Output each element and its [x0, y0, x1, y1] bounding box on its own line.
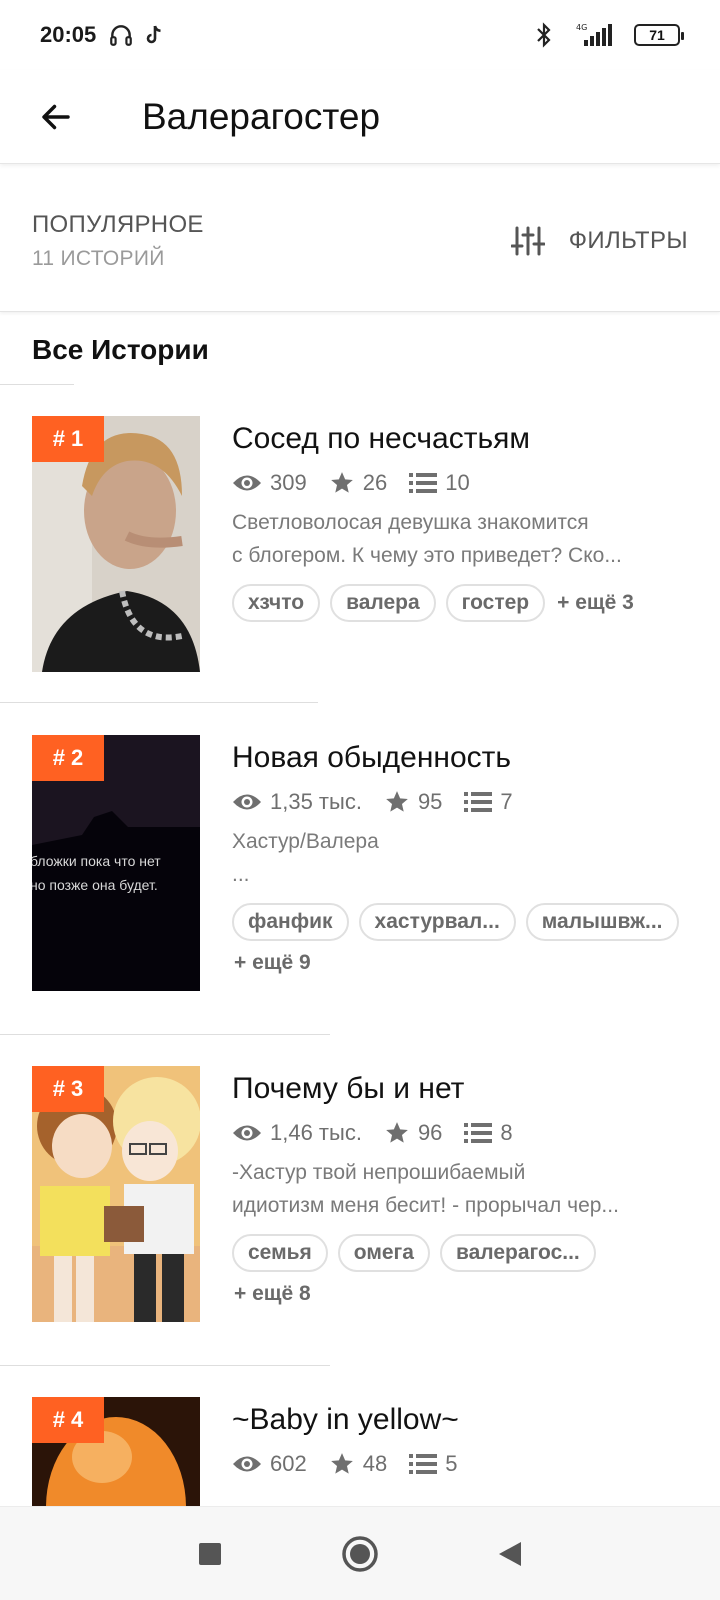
filters-button[interactable]: ФИЛЬТРЫ: [510, 226, 688, 256]
list-icon: [464, 1123, 493, 1143]
rank-badge: # 4: [32, 1397, 104, 1443]
tag-chip[interactable]: валерагос...: [439, 1234, 596, 1272]
status-bar: 20:05 4G 71: [0, 0, 720, 70]
filters-label: ФИЛЬТРЫ: [568, 226, 688, 254]
star-icon: [330, 1453, 353, 1474]
eye-icon: [233, 794, 261, 810]
stars-count: 96: [417, 1120, 443, 1145]
tag-chip[interactable]: хзчто: [232, 584, 321, 622]
story-title[interactable]: ~Baby in yellow~: [232, 1403, 682, 1437]
tag-list: хзчто валера гостер + ещё 3: [232, 584, 682, 622]
story-cover: # 4: [32, 1397, 200, 1506]
divider: [0, 702, 318, 703]
arrow-left-icon: [42, 104, 70, 129]
tag-list: семья омега валерагос... + ещё 8: [232, 1234, 682, 1306]
sort-filter-bar: ПОПУЛЯРНОЕ 11 ИСТОРИЙ ФИЛЬТРЫ: [0, 170, 720, 312]
story-title[interactable]: Почему бы и нет: [232, 1072, 682, 1106]
story-stats: 1,46 тыс. 96 8: [232, 1120, 682, 1146]
more-tags-link[interactable]: + ещё 3: [555, 591, 634, 615]
story-stats: 309 26 10: [232, 470, 682, 496]
parts-count: 8: [500, 1120, 513, 1145]
bluetooth-icon: [534, 22, 554, 48]
star-icon: [386, 791, 408, 812]
story-description: Светловолосая девушка знакомится с блоге…: [232, 511, 622, 567]
tiktok-icon: [142, 22, 166, 48]
views-count: 309: [270, 470, 307, 495]
views-count: 1,35 тыс.: [270, 789, 362, 814]
tag-chip[interactable]: валера: [330, 584, 436, 622]
views-count: 1,46 тыс.: [270, 1120, 362, 1145]
story-card[interactable]: # 4 ~Baby in yellow~ 602 48 5: [0, 1397, 720, 1506]
rank-badge: # 3: [32, 1066, 104, 1112]
stars-count: 48: [362, 1451, 388, 1476]
recents-square-icon: [199, 1542, 221, 1565]
back-button[interactable]: [26, 87, 86, 147]
star-icon: [386, 1122, 408, 1143]
stars-count: 95: [417, 789, 443, 814]
divider: [0, 1365, 330, 1366]
app-bar: Валерагостер: [0, 70, 720, 164]
page-title: Валерагостер: [142, 95, 381, 137]
story-cover: # 3: [32, 1066, 200, 1322]
eye-icon: [233, 1456, 261, 1472]
svg-text:бложки пока что нет: бложки пока что нет: [32, 853, 161, 869]
list-icon: [464, 792, 493, 812]
system-nav-bar: [0, 1506, 720, 1600]
sort-selector[interactable]: ПОПУЛЯРНОЕ 11 ИСТОРИЙ: [32, 211, 204, 271]
sliders-icon: [510, 226, 545, 255]
tag-chip[interactable]: фанфик: [232, 903, 349, 941]
more-tags-link[interactable]: + ещё 9: [232, 951, 311, 975]
parts-count: 7: [500, 789, 513, 814]
story-stats: 602 48 5: [232, 1451, 682, 1477]
tag-chip[interactable]: семья: [232, 1234, 328, 1272]
headphones-icon: [108, 22, 134, 48]
story-stats: 1,35 тыс. 95 7: [232, 789, 682, 815]
views-count: 602: [270, 1451, 307, 1476]
story-count: 11 ИСТОРИЙ: [32, 246, 165, 270]
more-tags-link[interactable]: + ещё 8: [232, 1282, 311, 1306]
back-triangle-icon: [499, 1541, 521, 1566]
story-cover: # 1: [32, 416, 200, 672]
star-icon: [330, 472, 353, 493]
parts-count: 5: [445, 1451, 458, 1476]
tag-chip[interactable]: хастурвал...: [358, 903, 516, 941]
status-time: 20:05: [40, 22, 97, 47]
story-description: -Хастур твой непрошибаемый идиотизм меня…: [232, 1161, 619, 1217]
eye-icon: [233, 475, 261, 491]
section-title: Все Истории: [32, 334, 209, 365]
home-circle-icon: [342, 1535, 378, 1572]
story-title[interactable]: Сосед по несчастьям: [232, 422, 682, 456]
tag-list: фанфик хастурвал... малышвж... + ещё 9: [232, 903, 682, 975]
sort-label: ПОПУЛЯРНОЕ: [32, 210, 204, 238]
svg-text:но позже она будет.: но позже она будет.: [32, 877, 158, 893]
tag-chip[interactable]: омега: [337, 1234, 430, 1272]
system-back-button[interactable]: [435, 1507, 585, 1600]
list-icon: [409, 1454, 438, 1474]
story-description: Хастур/Валера ...: [232, 830, 379, 886]
svg-text:4G: 4G: [576, 23, 587, 32]
eye-icon: [233, 1125, 261, 1141]
tag-chip[interactable]: гостер: [445, 584, 546, 622]
rank-badge: # 1: [32, 416, 104, 462]
story-cover: бложки пока что нет но позже она будет. …: [32, 735, 200, 991]
rank-badge: # 2: [32, 735, 104, 781]
divider: [0, 384, 74, 385]
stars-count: 26: [362, 470, 388, 495]
battery-icon: 71: [634, 24, 684, 46]
parts-count: 10: [445, 470, 470, 495]
list-icon: [409, 473, 438, 493]
home-button[interactable]: [285, 1507, 435, 1600]
recents-button[interactable]: [135, 1507, 285, 1600]
tag-chip[interactable]: малышвж...: [525, 903, 679, 941]
divider: [0, 1034, 330, 1035]
story-title[interactable]: Новая обыденность: [232, 741, 682, 775]
signal-icon: 4G: [574, 22, 614, 48]
